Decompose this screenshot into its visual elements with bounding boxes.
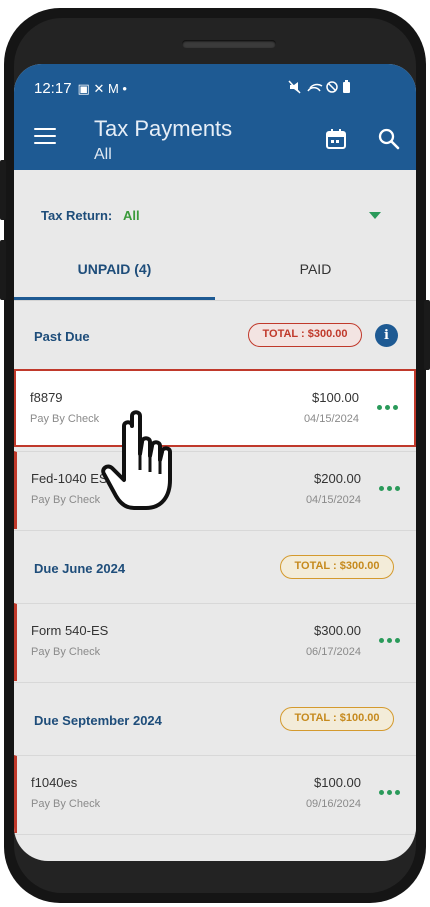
power-button: [424, 300, 430, 370]
total-badge: TOTAL : $300.00: [280, 555, 394, 579]
payment-method: Pay By Check: [31, 646, 101, 658]
payment-method: Pay By Check: [31, 798, 101, 810]
more-options-icon[interactable]: [379, 790, 400, 795]
volume-button: [0, 160, 6, 220]
payment-row-f8879[interactable]: f8879 Pay By Check $100.00 04/15/2024: [14, 369, 416, 447]
payment-date: 04/15/2024: [303, 413, 359, 425]
section-title: Past Due: [34, 329, 90, 344]
status-icons: [288, 80, 350, 94]
page-subtitle: All: [94, 146, 112, 163]
chevron-down-icon[interactable]: [369, 212, 381, 219]
calendar-icon[interactable]: [325, 128, 347, 155]
hand-pointer-icon: [98, 408, 188, 523]
app-screen: 12:17 ▣ ✕ M • Tax Payments All Tax Retur…: [14, 64, 416, 861]
more-options-icon[interactable]: [379, 638, 400, 643]
status-time: 12:17: [34, 80, 72, 97]
total-badge: TOTAL : $100.00: [280, 707, 394, 731]
more-options-icon[interactable]: [377, 405, 398, 410]
total-badge: TOTAL : $300.00: [248, 323, 362, 347]
filter-label: Tax Return:: [41, 208, 113, 223]
more-options-icon[interactable]: [379, 486, 400, 491]
payment-date: 06/17/2024: [305, 646, 361, 658]
status-bar: 12:17 ▣ ✕ M •: [34, 80, 127, 97]
payment-row-fed-1040-es[interactable]: Fed-1040 ES Pay By Check $200.00 04/15/2…: [14, 451, 416, 529]
payment-name: f1040es: [31, 775, 78, 790]
section-title: Due September 2024: [34, 713, 162, 728]
section-due-september-header: Due September 2024 TOTAL : $100.00: [14, 682, 416, 755]
payment-amount: $200.00: [314, 471, 361, 486]
section-due-june-header: Due June 2024 TOTAL : $300.00: [14, 530, 416, 603]
filter-value: All: [123, 208, 140, 223]
payment-date: 04/15/2024: [305, 494, 361, 506]
payment-row-form-540-es[interactable]: Form 540-ES Pay By Check $300.00 06/17/2…: [14, 603, 416, 681]
volume-button-2: [0, 240, 6, 300]
status-system-icons: [288, 80, 354, 94]
payment-row-f1040es[interactable]: f1040es Pay By Check $100.00 09/16/2024: [14, 755, 416, 833]
payment-date: 09/16/2024: [305, 798, 361, 810]
payment-method: Pay By Check: [31, 494, 101, 506]
search-icon[interactable]: [377, 127, 401, 156]
payment-amount: $100.00: [312, 390, 359, 405]
payment-name: f8879: [30, 390, 63, 405]
payment-method: Pay By Check: [30, 413, 100, 425]
section-title: Due June 2024: [34, 561, 126, 576]
payment-amount: $100.00: [314, 775, 361, 790]
speaker-grille: [182, 40, 276, 48]
tab-paid[interactable]: PAID: [215, 262, 416, 300]
app-bar: 12:17 ▣ ✕ M • Tax Payments All: [14, 64, 416, 170]
page-title: Tax Payments: [94, 116, 233, 141]
menu-icon[interactable]: [34, 128, 56, 144]
payment-name: Form 540-ES: [31, 623, 109, 638]
status-notification-icons: ▣ ✕ M •: [77, 80, 127, 96]
row-divider: [14, 834, 416, 835]
info-icon[interactable]: i: [375, 324, 398, 347]
payment-amount: $300.00: [314, 623, 361, 638]
payment-name: Fed-1040 ES: [31, 471, 108, 486]
tab-unpaid[interactable]: UNPAID (4): [14, 262, 215, 300]
section-past-due-header: Past Due TOTAL : $300.00 i: [14, 301, 416, 369]
